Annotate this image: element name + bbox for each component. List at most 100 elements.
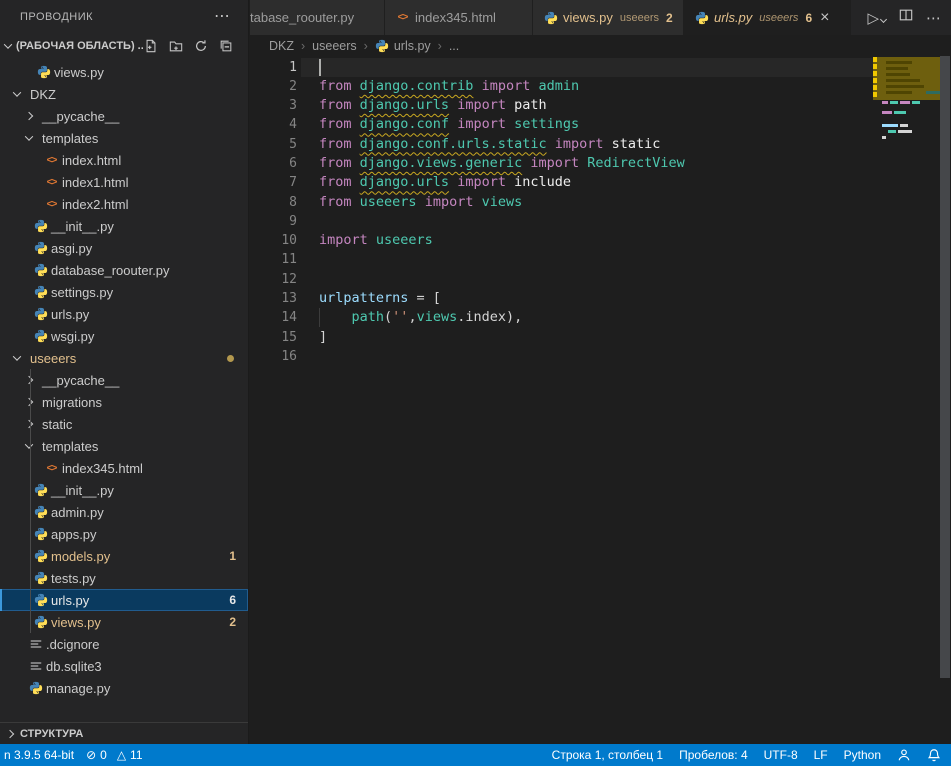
- breadcrumb-item[interactable]: useeers: [312, 39, 356, 53]
- tree-item-__init__.py[interactable]: __init__.py: [0, 215, 248, 237]
- line-number[interactable]: 15: [250, 328, 297, 347]
- tree-item-asgi.py[interactable]: asgi.py: [0, 237, 248, 259]
- code-line-15[interactable]: ]: [319, 328, 685, 347]
- line-number[interactable]: 9: [250, 212, 297, 231]
- code-line-13[interactable]: urlpatterns = [: [319, 289, 685, 308]
- status-item[interactable]: Пробелов: 4: [679, 748, 748, 762]
- more-actions-icon[interactable]: ⋯: [926, 9, 941, 27]
- tab-views.py[interactable]: views.pyuseeers2: [533, 0, 684, 35]
- tree-item-urls.py[interactable]: urls.py6: [0, 589, 248, 611]
- line-number[interactable]: 2: [250, 77, 297, 96]
- new-file-icon[interactable]: [143, 38, 159, 54]
- line-number[interactable]: 14: [250, 308, 297, 327]
- tab-label: index345.html: [415, 10, 496, 25]
- line-number[interactable]: 13: [250, 289, 297, 308]
- tab-index345.html[interactable]: <>index345.html: [385, 0, 533, 35]
- tree-item-DKZ[interactable]: DKZ: [0, 83, 248, 105]
- code-line-9[interactable]: [319, 212, 685, 231]
- code-line-12[interactable]: [319, 270, 685, 289]
- tree-item-migrations[interactable]: migrations: [0, 391, 248, 413]
- person-icon[interactable]: [897, 748, 911, 762]
- tree-item-__init__.py[interactable]: __init__.py: [0, 479, 248, 501]
- outline-section-header[interactable]: СТРУКТУРА: [0, 722, 248, 744]
- code-line-7[interactable]: from django.urls import include: [319, 173, 685, 192]
- tree-item-index.html[interactable]: <>index.html: [0, 149, 248, 171]
- code-line-6[interactable]: from django.views.generic import Redirec…: [319, 154, 685, 173]
- line-number[interactable]: 4: [250, 115, 297, 134]
- breadcrumb-item[interactable]: DKZ: [269, 39, 294, 53]
- chevron-right-icon: [25, 376, 33, 384]
- tree-item-__pycache__[interactable]: __pycache__: [0, 369, 248, 391]
- breadcrumb-item[interactable]: urls.py: [394, 39, 431, 53]
- status-item[interactable]: n 3.9.5 64-bit: [4, 748, 74, 762]
- line-number[interactable]: 12: [250, 270, 297, 289]
- code-line-3[interactable]: from django.urls import path: [319, 96, 685, 115]
- line-number[interactable]: 8: [250, 193, 297, 212]
- tree-item-database_roouter.py[interactable]: database_roouter.py: [0, 259, 248, 281]
- code-line-10[interactable]: import useeers: [319, 231, 685, 250]
- status-item[interactable]: UTF-8: [764, 748, 798, 762]
- tree-item-useeers[interactable]: useeers: [0, 347, 248, 369]
- tree-item-wsgi.py[interactable]: wsgi.py: [0, 325, 248, 347]
- tree-item-index1.html[interactable]: <>index1.html: [0, 171, 248, 193]
- tree-item-views.py[interactable]: views.py: [0, 61, 248, 83]
- tree-item-index2.html[interactable]: <>index2.html: [0, 193, 248, 215]
- line-number[interactable]: 1: [250, 58, 297, 77]
- problems-status[interactable]: ⊘0△11: [86, 748, 142, 762]
- breadcrumb-item[interactable]: ...: [449, 39, 459, 53]
- code-line-8[interactable]: from useeers import views: [319, 193, 685, 212]
- line-number[interactable]: 3: [250, 96, 297, 115]
- minimap[interactable]: [873, 56, 939, 156]
- python-icon: [543, 11, 558, 25]
- refresh-icon[interactable]: [193, 38, 209, 54]
- status-item[interactable]: LF: [814, 748, 828, 762]
- code-line-16[interactable]: [319, 347, 685, 366]
- status-item[interactable]: Строка 1, столбец 1: [552, 748, 663, 762]
- line-number[interactable]: 16: [250, 347, 297, 366]
- tree-item-index345.html[interactable]: <>index345.html: [0, 457, 248, 479]
- tree-item-templates[interactable]: templates: [0, 127, 248, 149]
- line-number[interactable]: 6: [250, 154, 297, 173]
- code-content[interactable]: from django.contrib import adminfrom dja…: [319, 58, 685, 367]
- tree-item-label: manage.py: [46, 681, 110, 696]
- line-number[interactable]: 5: [250, 135, 297, 154]
- tree-item-templates[interactable]: templates: [0, 435, 248, 457]
- new-folder-icon[interactable]: [168, 38, 184, 54]
- code-line-1[interactable]: [319, 58, 685, 77]
- code-line-2[interactable]: from django.contrib import admin: [319, 77, 685, 96]
- line-number[interactable]: 10: [250, 231, 297, 250]
- vertical-scrollbar[interactable]: [940, 56, 950, 678]
- status-item[interactable]: Python: [844, 748, 881, 762]
- tab-urls.py[interactable]: urls.pyuseeers6×: [684, 0, 851, 35]
- tree-item-apps.py[interactable]: apps.py: [0, 523, 248, 545]
- line-number-gutter[interactable]: 12345678910111213141516: [250, 58, 297, 367]
- tree-item-urls.py[interactable]: urls.py: [0, 303, 248, 325]
- bell-icon[interactable]: [927, 748, 941, 762]
- workspace-section-header[interactable]: (РАБОЧАЯ ОБЛАСТЬ) ...: [0, 35, 248, 57]
- tree-item-tests.py[interactable]: tests.py: [0, 567, 248, 589]
- close-tab-icon[interactable]: ×: [820, 10, 829, 26]
- code-line-5[interactable]: from django.conf.urls.static import stat…: [319, 135, 685, 154]
- python-icon: [694, 11, 709, 25]
- problems-badge: 2: [229, 615, 236, 629]
- code-line-14[interactable]: path('',views.index),: [319, 308, 685, 327]
- tree-item-manage.py[interactable]: manage.py: [0, 677, 248, 699]
- line-number[interactable]: 11: [250, 250, 297, 269]
- tab-tabase_roouter.py[interactable]: tabase_roouter.py: [250, 0, 385, 35]
- tree-item-admin.py[interactable]: admin.py: [0, 501, 248, 523]
- tree-item-__pycache__[interactable]: __pycache__: [0, 105, 248, 127]
- tree-item-settings.py[interactable]: settings.py: [0, 281, 248, 303]
- tree-item-models.py[interactable]: models.py1: [0, 545, 248, 567]
- tree-item-views.py[interactable]: views.py2: [0, 611, 248, 633]
- tree-item-.dcignore[interactable]: .dcignore: [0, 633, 248, 655]
- tab-label: tabase_roouter.py: [250, 10, 354, 25]
- run-python-file-button[interactable]: ▷: [867, 9, 886, 27]
- explorer-more-actions-icon[interactable]: ⋯: [214, 6, 230, 26]
- collapse-all-icon[interactable]: [218, 38, 234, 54]
- code-line-11[interactable]: [319, 250, 685, 269]
- line-number[interactable]: 7: [250, 173, 297, 192]
- split-editor-icon[interactable]: [899, 8, 913, 27]
- code-line-4[interactable]: from django.conf import settings: [319, 115, 685, 134]
- tree-item-db.sqlite3[interactable]: db.sqlite3: [0, 655, 248, 677]
- tree-item-static[interactable]: static: [0, 413, 248, 435]
